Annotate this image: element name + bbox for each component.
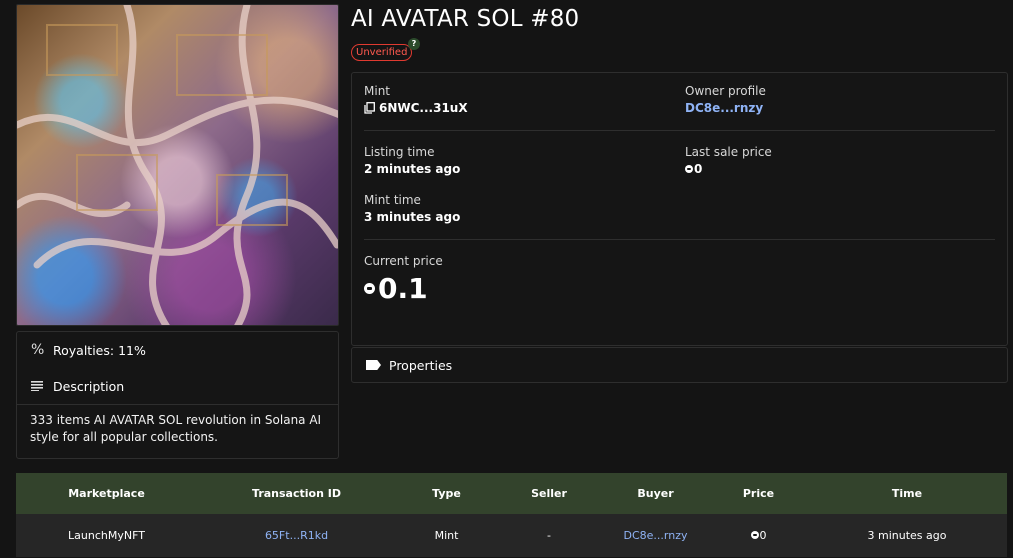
column-header-price[interactable]: Price	[710, 473, 807, 514]
left-column: % Royalties: 11% Description 333 items A…	[16, 4, 339, 459]
owner-link[interactable]: DC8e...rnzy	[685, 101, 766, 115]
cell-buyer[interactable]: DC8e...rnzy	[601, 514, 710, 557]
owner-label: Owner profile	[685, 84, 766, 98]
properties-label: Properties	[389, 357, 453, 373]
sol-coin-icon	[364, 283, 375, 294]
mint-time-label: Mint time	[364, 193, 421, 207]
cell-marketplace: LaunchMyNFT	[68, 529, 145, 542]
current-price-field: Current price 0.1	[364, 254, 443, 305]
details-panel: Mint 6NWC...31uX Owner profile DC8e...rn…	[351, 72, 1008, 346]
listing-time-label: Listing time	[364, 145, 435, 159]
last-sale-value: 0	[685, 162, 772, 176]
mint-address: 6NWC...31uX	[379, 101, 468, 115]
current-price-amount: 0.1	[378, 272, 428, 305]
transactions-table: Marketplace Transaction ID Type Seller B…	[16, 473, 1007, 557]
mint-label: Mint	[364, 84, 390, 98]
cell-price: 0	[710, 514, 807, 557]
description-label: Description	[53, 378, 125, 394]
tag-icon	[366, 360, 381, 370]
right-column: AI AVATAR SOL #80 Unverified ? Mint 6NWC…	[351, 4, 1008, 383]
description-text: 333 items AI AVATAR SOL revolution in So…	[17, 404, 338, 458]
mint-value[interactable]: 6NWC...31uX	[364, 101, 468, 115]
column-header-marketplace[interactable]: Marketplace	[16, 473, 197, 514]
column-header-seller[interactable]: Seller	[497, 473, 601, 514]
description-header[interactable]: Description	[17, 368, 338, 404]
mint-field: Mint 6NWC...31uX	[364, 84, 468, 115]
info-panel: % Royalties: 11% Description 333 items A…	[16, 331, 339, 459]
listing-time-value: 2 minutes ago	[364, 162, 461, 176]
cell-seller: -	[547, 529, 551, 542]
nft-artwork	[17, 5, 338, 325]
sol-coin-icon	[750, 531, 759, 539]
copy-icon[interactable]	[364, 102, 375, 114]
cell-transaction-id[interactable]: 65Ft...R1kd	[197, 514, 396, 557]
owner-field: Owner profile DC8e...rnzy	[685, 84, 766, 115]
current-price-label: Current price	[364, 254, 443, 268]
listing-time-field: Listing time 2 minutes ago	[364, 145, 460, 176]
table-header-row: Marketplace Transaction ID Type Seller B…	[16, 473, 1007, 514]
column-header-time[interactable]: Time	[807, 473, 1007, 514]
cell-type: Mint	[434, 529, 459, 542]
help-icon[interactable]: ?	[408, 38, 420, 50]
cell-price-amount: 0	[759, 529, 767, 542]
mint-time-field: Mint time 3 minutes ago	[364, 193, 460, 224]
sol-coin-icon	[685, 165, 693, 173]
cell-time: 3 minutes ago	[867, 529, 947, 542]
column-header-buyer[interactable]: Buyer	[601, 473, 710, 514]
royalties-text: Royalties: 11%	[53, 342, 146, 358]
last-sale-field: Last sale price 0	[685, 145, 772, 176]
percent-icon: %	[31, 342, 45, 358]
divider	[364, 130, 995, 131]
current-price-value: 0.1	[364, 272, 443, 305]
page-title: AI AVATAR SOL #80	[351, 6, 580, 32]
column-header-type[interactable]: Type	[396, 473, 497, 514]
royalties-row: % Royalties: 11%	[17, 332, 338, 368]
last-sale-label: Last sale price	[685, 145, 772, 159]
table-row[interactable]: LaunchMyNFT 65Ft...R1kd Mint - DC8e...rn…	[16, 514, 1007, 557]
unverified-badge: Unverified	[351, 44, 413, 61]
verification-status: Unverified ?	[351, 38, 1008, 64]
list-icon	[31, 381, 53, 391]
mint-time-value: 3 minutes ago	[364, 210, 461, 224]
divider	[364, 239, 995, 240]
nft-image[interactable]	[16, 4, 339, 326]
column-header-transaction-id[interactable]: Transaction ID	[197, 473, 396, 514]
properties-section[interactable]: Properties	[351, 347, 1008, 383]
last-sale-amount: 0	[694, 162, 703, 176]
